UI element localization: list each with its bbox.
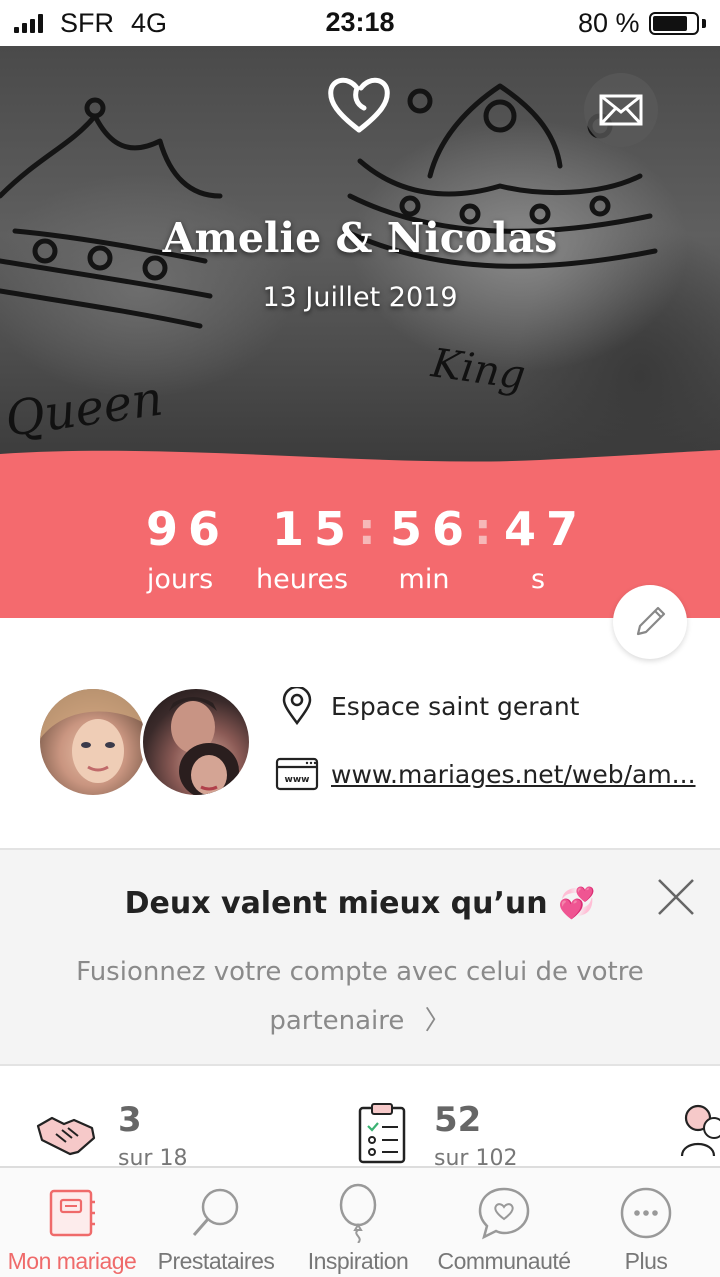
close-icon[interactable] (655, 876, 697, 918)
tab-communaute[interactable]: Communauté (437, 1168, 571, 1277)
countdown-hours: 15 (272, 502, 357, 556)
tab-inspiration[interactable]: Inspiration (292, 1168, 424, 1277)
venue-name: Espace saint gerant (331, 691, 580, 721)
website-link[interactable]: www.mariages.net/web/am... (331, 760, 696, 789)
tab-label: Plus (624, 1248, 668, 1274)
guests-stat[interactable] (680, 1100, 720, 1160)
vendors-count: 3 (118, 1100, 142, 1140)
countdown-seconds-label: s (530, 564, 546, 595)
battery-icon (649, 12, 699, 35)
countdown-seconds: 47 (504, 502, 589, 556)
battery-percentage: 80 % (578, 8, 640, 38)
envelope-icon (599, 94, 643, 126)
wedding-date: 13 Juillet 2019 (262, 282, 458, 313)
battery-tip (702, 19, 706, 28)
website-row[interactable]: www www.mariages.net/web/am... (275, 752, 696, 796)
tab-label: Communauté (437, 1248, 571, 1274)
countdown-minutes: 56 (390, 502, 475, 556)
merge-account-banner[interactable]: Deux valent mieux qu’un 💞 Fusionnez votr… (0, 850, 720, 1064)
guests-icon (680, 1104, 720, 1157)
chevron-right-icon: 〉 (424, 1006, 451, 1036)
avatar-bride-image (40, 689, 146, 783)
bottom-tab-bar: Mon mariage Prestataires Inspiration Com… (0, 1166, 720, 1277)
tattoo-queen-text: Queen (2, 370, 166, 447)
avatar-partner-image (169, 697, 239, 795)
location-pin-icon (282, 687, 312, 725)
countdown-colon: : (474, 504, 492, 555)
merge-banner-text[interactable]: Fusionnez votre compte avec celui de vot… (60, 948, 660, 1046)
countdown-days: 96 (146, 502, 231, 556)
countdown-minutes-label: min (398, 564, 450, 595)
status-bar: SFR 4G 23:18 80 % (0, 0, 720, 46)
checklist-icon (358, 1103, 406, 1164)
couple-names: Amelie & Nicolas (162, 214, 558, 262)
tasks-stat[interactable]: 52 sur 102 (356, 1100, 517, 1171)
tab-prestataires[interactable]: Prestataires (150, 1168, 282, 1277)
countdown-hours-label: heures (255, 564, 349, 595)
website-icon: www (275, 757, 319, 791)
tab-label: Prestataires (157, 1248, 275, 1274)
chat-heart-icon (478, 1187, 530, 1240)
pencil-icon (636, 606, 666, 636)
tab-mon-mariage[interactable]: Mon mariage (6, 1168, 138, 1277)
magnifier-icon (192, 1188, 239, 1236)
countdown-days-label: jours (146, 564, 214, 595)
balloon-icon (339, 1183, 377, 1243)
section-divider (0, 1064, 720, 1066)
tab-label: Mon mariage (7, 1248, 137, 1274)
tab-label: Inspiration (307, 1248, 409, 1274)
merge-banner-message: Fusionnez votre compte avec celui de vot… (76, 957, 644, 1036)
countdown-colon: : (358, 504, 376, 555)
avatar-bride[interactable] (37, 686, 149, 798)
tattoo-king-text: King (428, 340, 529, 399)
tab-plus[interactable]: Plus (580, 1168, 712, 1277)
merge-banner-title: Deux valent mieux qu’un 💞 (124, 886, 596, 921)
message-button[interactable] (584, 73, 658, 147)
handshake-icon (36, 1116, 96, 1156)
svg-text:www: www (285, 775, 310, 785)
edit-button[interactable] (613, 585, 687, 659)
tasks-count: 52 (434, 1100, 482, 1140)
more-icon (620, 1187, 672, 1239)
heart-logo-icon (328, 77, 390, 133)
avatar-partner[interactable] (140, 686, 252, 798)
wedding-book-icon (49, 1189, 95, 1237)
hero-cover-photo[interactable]: Queen King Amelie & Nicolas 13 Juillet 2… (0, 46, 720, 466)
countdown-timer: 96 15 : 56 : 47 jours heures min s (0, 446, 720, 618)
vendors-stat[interactable]: 3 sur 18 (34, 1100, 187, 1171)
venue-row[interactable]: Espace saint gerant (275, 684, 579, 728)
